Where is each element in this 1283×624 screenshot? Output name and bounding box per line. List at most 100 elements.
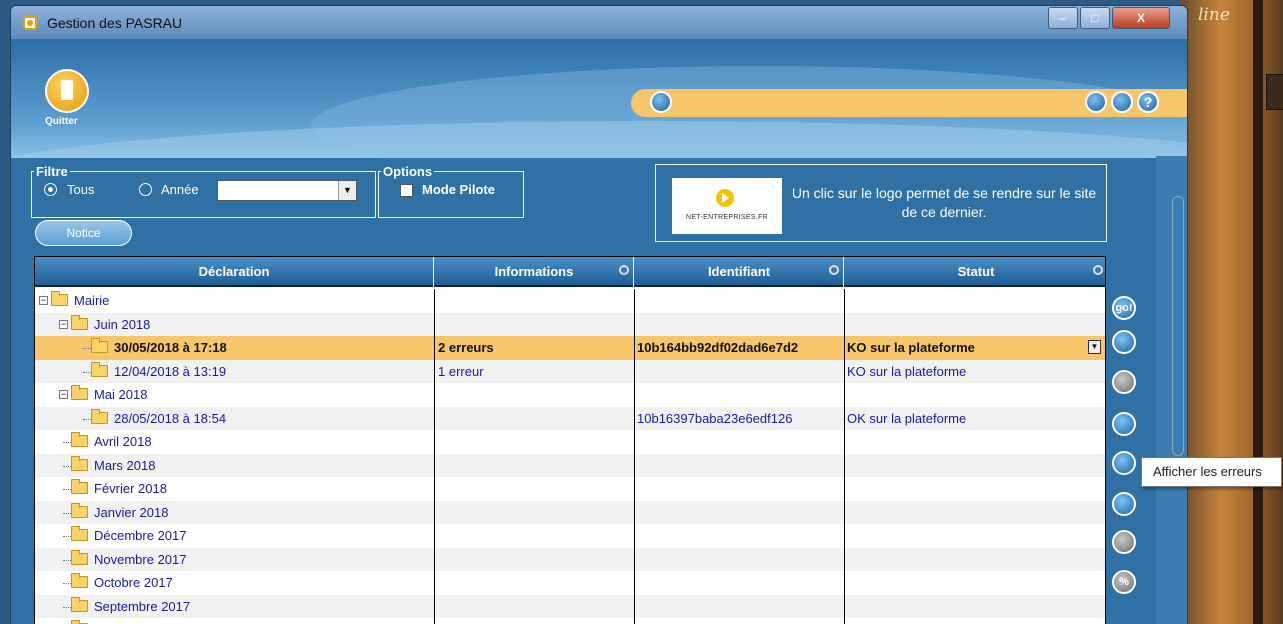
info-cell: 2 erreurs xyxy=(438,340,494,355)
quit-label[interactable]: Quitter xyxy=(45,116,78,127)
side-panel xyxy=(1156,156,1187,624)
declaration-label: Août 2017 xyxy=(94,618,153,624)
pilot-mode-checkbox[interactable] xyxy=(400,184,413,197)
column-informations-label: Informations xyxy=(494,264,574,279)
desktop-background: line xyxy=(1180,0,1283,624)
expand-icon[interactable]: − xyxy=(39,296,48,305)
folder-icon xyxy=(51,291,68,306)
identifiant-cell: 10b164bb92df02dad6e7d2 xyxy=(637,340,799,355)
column-identifiant-label: Identifiant xyxy=(707,264,771,279)
logo-text: NET-ENTREPRISES.FR xyxy=(685,214,769,221)
maximize-button[interactable]: □ xyxy=(1080,7,1110,29)
play-icon xyxy=(716,189,734,207)
table-row[interactable]: 28/05/2018 à 18:54 10b16397baba23e6edf126… xyxy=(35,406,1105,430)
table-row[interactable]: Septembre 2017 xyxy=(35,594,1105,618)
close-button[interactable]: X xyxy=(1112,7,1170,29)
search-icon[interactable] xyxy=(1112,492,1136,516)
table-row[interactable]: 12/04/2018 à 13:19 1 erreur KO sur la plat… xyxy=(35,359,1105,383)
table-row[interactable]: Janvier 2018 xyxy=(35,500,1105,524)
help-icon[interactable]: ? xyxy=(1137,91,1159,113)
refresh-icon[interactable] xyxy=(1111,91,1133,113)
folder-icon xyxy=(71,596,88,612)
folder-icon xyxy=(71,385,88,400)
table-row[interactable]: Octobre 2017 xyxy=(35,571,1105,595)
radio-annee-label[interactable]: Année xyxy=(161,182,199,197)
table-row[interactable]: − Juin 2018 xyxy=(35,312,1105,336)
table-row[interactable]: 30/05/2018 à 17:18 2 erreurs 10b164bb92df0… xyxy=(35,336,1105,360)
column-informations[interactable]: Informations xyxy=(435,257,634,287)
quit-icon[interactable] xyxy=(45,69,89,113)
options-legend: Options xyxy=(383,164,433,179)
declaration-label: Juin 2018 xyxy=(94,316,151,332)
status-dropdown-icon[interactable]: ▼ xyxy=(1088,340,1101,354)
declaration-label: 28/05/2018 à 18:54 xyxy=(114,410,227,426)
eraser-icon[interactable] xyxy=(1112,370,1136,394)
table-row[interactable]: − Mai 2018 xyxy=(35,383,1105,407)
graduation-icon[interactable] xyxy=(1085,91,1107,113)
folder-icon xyxy=(71,479,88,494)
minimize-button[interactable]: – xyxy=(1048,7,1078,29)
statut-cell: KO sur la plateforme xyxy=(847,363,967,379)
declaration-label: Décembre 2017 xyxy=(94,528,187,543)
window-title: Gestion des PASRAU xyxy=(47,15,183,31)
declaration-label: 30/05/2018 à 17:18 xyxy=(114,340,227,355)
folder-icon xyxy=(71,314,88,330)
column-statut[interactable]: Statut xyxy=(845,257,1105,287)
declarations-table: Déclaration Informations Identifiant Sta… xyxy=(34,256,1106,624)
folder-icon xyxy=(91,361,108,377)
table-row[interactable]: Décembre 2017 xyxy=(35,524,1105,548)
radio-tous-label[interactable]: Tous xyxy=(67,182,94,197)
handshake-icon[interactable] xyxy=(1112,412,1136,436)
background-icon xyxy=(1266,74,1283,110)
notice-button[interactable]: Notice xyxy=(35,220,132,246)
folder-icon xyxy=(71,549,88,565)
main-window: Gestion des PASRAU – □ X Quitter ? Filtr… xyxy=(10,5,1188,624)
info-cell: 1 erreur xyxy=(438,363,484,379)
folder-icon xyxy=(71,573,88,588)
column-identifiant[interactable]: Identifiant xyxy=(635,257,844,287)
radio-tous[interactable] xyxy=(44,183,57,196)
declaration-label: Octobre 2017 xyxy=(94,575,173,590)
minus-icon[interactable] xyxy=(1112,330,1136,354)
percent-icon[interactable]: % xyxy=(1112,570,1136,594)
folder-icon xyxy=(71,455,88,471)
table-row[interactable]: Février 2018 xyxy=(35,477,1105,501)
filter-legend: Filtre xyxy=(36,164,68,179)
pilot-mode-label[interactable]: Mode Pilote xyxy=(422,182,495,197)
folder-icon xyxy=(91,338,108,353)
folder-icon xyxy=(91,408,108,424)
table-row[interactable]: Novembre 2017 xyxy=(35,547,1105,571)
table-row[interactable]: − Mairie xyxy=(35,289,1105,313)
declaration-label: 12/04/2018 à 13:19 xyxy=(114,363,227,379)
folder-icon xyxy=(71,502,88,518)
year-select[interactable]: ▼ xyxy=(217,180,357,201)
expand-icon[interactable]: − xyxy=(59,319,68,329)
table-row[interactable]: Mars 2018 xyxy=(35,453,1105,477)
user-icon[interactable] xyxy=(650,91,672,113)
expand-icon[interactable]: − xyxy=(59,390,68,399)
radio-annee[interactable] xyxy=(139,183,152,196)
app-icon xyxy=(23,16,37,30)
chevron-down-icon[interactable]: ▼ xyxy=(338,181,356,200)
table-row[interactable]: Août 2017 xyxy=(35,618,1105,624)
column-declaration[interactable]: Déclaration xyxy=(35,257,434,287)
table-header: Déclaration Informations Identifiant Sta… xyxy=(35,257,1105,287)
identifiant-cell: 10b16397baba23e6edf126 xyxy=(637,410,793,426)
title-bar: Gestion des PASRAU – □ X xyxy=(11,6,1187,40)
search-icon[interactable] xyxy=(619,265,629,275)
errors-icon[interactable] xyxy=(1112,451,1136,475)
folder-icon xyxy=(71,432,88,447)
people-icon[interactable] xyxy=(1112,530,1136,554)
folder-icon xyxy=(71,526,88,541)
declaration-label: Janvier 2018 xyxy=(94,504,169,520)
background-strip xyxy=(1253,0,1263,624)
statut-cell: KO sur la plateforme xyxy=(847,340,975,355)
declaration-label: Mars 2018 xyxy=(94,457,156,473)
table-row[interactable]: Avril 2018 xyxy=(35,430,1105,454)
background-text: line xyxy=(1198,5,1230,25)
go-icon[interactable]: go! xyxy=(1112,296,1136,320)
net-entreprises-logo[interactable]: NET-ENTREPRISES.FR xyxy=(672,178,782,234)
search-icon[interactable] xyxy=(829,265,839,275)
declaration-label: Février 2018 xyxy=(94,481,167,496)
search-icon[interactable] xyxy=(1093,265,1103,275)
